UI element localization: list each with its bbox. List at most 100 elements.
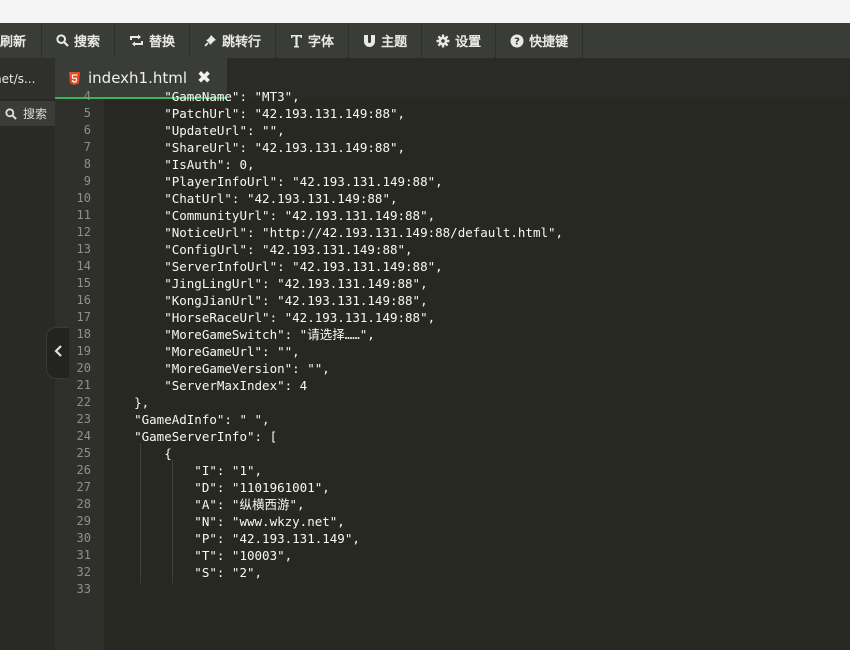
line-number: 21 bbox=[76, 378, 91, 392]
shortcuts-button[interactable]: ? 快捷键 bbox=[496, 23, 584, 58]
line-number: 11 bbox=[76, 208, 91, 222]
font-label: 字体 bbox=[308, 35, 335, 50]
search-icon bbox=[56, 34, 69, 47]
help-icon: ? bbox=[510, 34, 524, 48]
code-text: "I": "1", bbox=[104, 463, 263, 478]
code-text: "T": "10003", bbox=[104, 548, 293, 563]
line-number: 4 bbox=[83, 89, 91, 103]
code-text: "A": "纵横西游", bbox=[104, 497, 305, 512]
theme-label: 主题 bbox=[381, 35, 408, 50]
toolbar: 刷新 搜索 替换 跳转行 字体 主题 设置 ? 快捷键 bbox=[0, 23, 850, 58]
line-number: 29 bbox=[76, 514, 91, 528]
code-text: "PlayerInfoUrl": "42.193.131.149:88", bbox=[104, 174, 443, 189]
line-number: 6 bbox=[83, 123, 91, 137]
tab-previous-file[interactable]: net/s... bbox=[0, 58, 55, 99]
goto-line-label: 跳转行 bbox=[222, 35, 262, 50]
code-line: 17 "HorseRaceUrl": "42.193.131.149:88", bbox=[55, 309, 850, 326]
code-text: "GameServerInfo": [ bbox=[104, 429, 278, 444]
code-text: "MoreGameUrl": "", bbox=[104, 344, 300, 359]
svg-text:?: ? bbox=[514, 36, 520, 47]
code-line: 24 "GameServerInfo": [ bbox=[55, 428, 850, 445]
code-text: "JingLingUrl": "42.193.131.149:88", bbox=[104, 276, 428, 291]
line-number: 22 bbox=[76, 395, 91, 409]
code-line: 15 "JingLingUrl": "42.193.131.149:88", bbox=[55, 275, 850, 292]
line-number: 28 bbox=[76, 497, 91, 511]
code-text: "KongJianUrl": "42.193.131.149:88", bbox=[104, 293, 428, 308]
code-line: 25 { bbox=[55, 445, 850, 462]
line-number: 5 bbox=[83, 106, 91, 120]
line-number: 13 bbox=[76, 242, 91, 256]
code-line: 16 "KongJianUrl": "42.193.131.149:88", bbox=[55, 292, 850, 309]
code-line: 6 "UpdateUrl": "", bbox=[55, 122, 850, 139]
code-text: "NoticeUrl": "http://42.193.131.149:88/d… bbox=[104, 225, 564, 240]
refresh-label: 刷新 bbox=[0, 35, 27, 50]
tab-file-name: indexh1.html bbox=[88, 68, 188, 87]
code-text: "ServerInfoUrl": "42.193.131.149:88", bbox=[104, 259, 443, 274]
close-tab-icon[interactable]: ✖ bbox=[197, 68, 211, 88]
code-text: "ServerMaxIndex": 4 bbox=[104, 378, 308, 393]
pin-icon bbox=[204, 34, 217, 47]
code-line: 23 "GameAdInfo": " ", bbox=[55, 411, 850, 428]
code-text: { bbox=[104, 446, 172, 461]
line-number: 17 bbox=[76, 310, 91, 324]
code-text: "ShareUrl": "42.193.131.149:88", bbox=[104, 140, 406, 155]
code-text: "ConfigUrl": "42.193.131.149:88", bbox=[104, 242, 413, 257]
code-line: 14 "ServerInfoUrl": "42.193.131.149:88", bbox=[55, 258, 850, 275]
code-line: 26 "I": "1", bbox=[55, 462, 850, 479]
code-line: 29 "N": "www.wkzy.net", bbox=[55, 513, 850, 530]
line-number: 12 bbox=[76, 225, 91, 239]
code-line: 4 "GameName": "MT3", bbox=[55, 88, 850, 105]
line-number: 8 bbox=[83, 157, 91, 171]
code-text: "CommunityUrl": "42.193.131.149:88", bbox=[104, 208, 436, 223]
magnet-icon bbox=[363, 34, 376, 48]
code-line: 28 "A": "纵横西游", bbox=[55, 496, 850, 513]
code-line: 31 "T": "10003", bbox=[55, 547, 850, 564]
code-text: "S": "2", bbox=[104, 565, 263, 580]
line-number: 33 bbox=[76, 582, 91, 596]
tab-previous-file-label: net/s... bbox=[0, 71, 36, 86]
theme-button[interactable]: 主题 bbox=[349, 23, 423, 58]
title-bar bbox=[0, 0, 850, 23]
code-line: 27 "D": "1101961001", bbox=[55, 479, 850, 496]
font-icon bbox=[290, 34, 303, 48]
code-line: 18 "MoreGameSwitch": "请选择……", bbox=[55, 326, 850, 343]
code-line: 7 "ShareUrl": "42.193.131.149:88", bbox=[55, 139, 850, 156]
chevron-left-icon bbox=[53, 345, 63, 361]
code-line: 19 "MoreGameUrl": "", bbox=[55, 343, 850, 360]
collapse-sidebar-button[interactable] bbox=[46, 327, 69, 379]
replace-button[interactable]: 替换 bbox=[115, 23, 191, 58]
replace-icon bbox=[129, 34, 144, 47]
code-text: "N": "www.wkzy.net", bbox=[104, 514, 345, 529]
line-number: 9 bbox=[83, 174, 91, 188]
line-number: 10 bbox=[76, 191, 91, 205]
html5-icon bbox=[69, 71, 80, 85]
code-line: 32 "S": "2", bbox=[55, 564, 850, 581]
search-button[interactable]: 搜索 bbox=[42, 23, 116, 58]
code-text: }, bbox=[104, 395, 150, 410]
settings-button[interactable]: 设置 bbox=[422, 23, 497, 58]
code-text: "MoreGameSwitch": "请选择……", bbox=[104, 327, 375, 342]
code-line: 8 "IsAuth": 0, bbox=[55, 156, 850, 173]
gear-icon bbox=[436, 34, 450, 48]
search-icon bbox=[5, 107, 17, 120]
line-number: 31 bbox=[76, 548, 91, 562]
settings-label: 设置 bbox=[455, 35, 482, 50]
sidebar-search-button[interactable]: 搜索 bbox=[0, 101, 55, 126]
code-line: 12 "NoticeUrl": "http://42.193.131.149:8… bbox=[55, 224, 850, 241]
shortcuts-label: 快捷键 bbox=[529, 35, 569, 50]
code-line: 33 bbox=[55, 581, 850, 598]
code-line: 21 "ServerMaxIndex": 4 bbox=[55, 377, 850, 394]
sidebar-search-label: 搜索 bbox=[23, 107, 48, 121]
line-number: 25 bbox=[76, 446, 91, 460]
code-text: "D": "1101961001", bbox=[104, 480, 330, 495]
goto-line-button[interactable]: 跳转行 bbox=[190, 23, 277, 58]
code-line: 11 "CommunityUrl": "42.193.131.149:88", bbox=[55, 207, 850, 224]
line-number: 27 bbox=[76, 480, 91, 494]
font-button[interactable]: 字体 bbox=[276, 23, 350, 58]
code-text: "UpdateUrl": "", bbox=[104, 123, 285, 138]
line-number: 16 bbox=[76, 293, 91, 307]
line-number: 15 bbox=[76, 276, 91, 290]
code-text: "MoreGameVersion": "", bbox=[104, 361, 330, 376]
line-number: 24 bbox=[76, 429, 91, 443]
refresh-button[interactable]: 刷新 bbox=[0, 23, 42, 58]
